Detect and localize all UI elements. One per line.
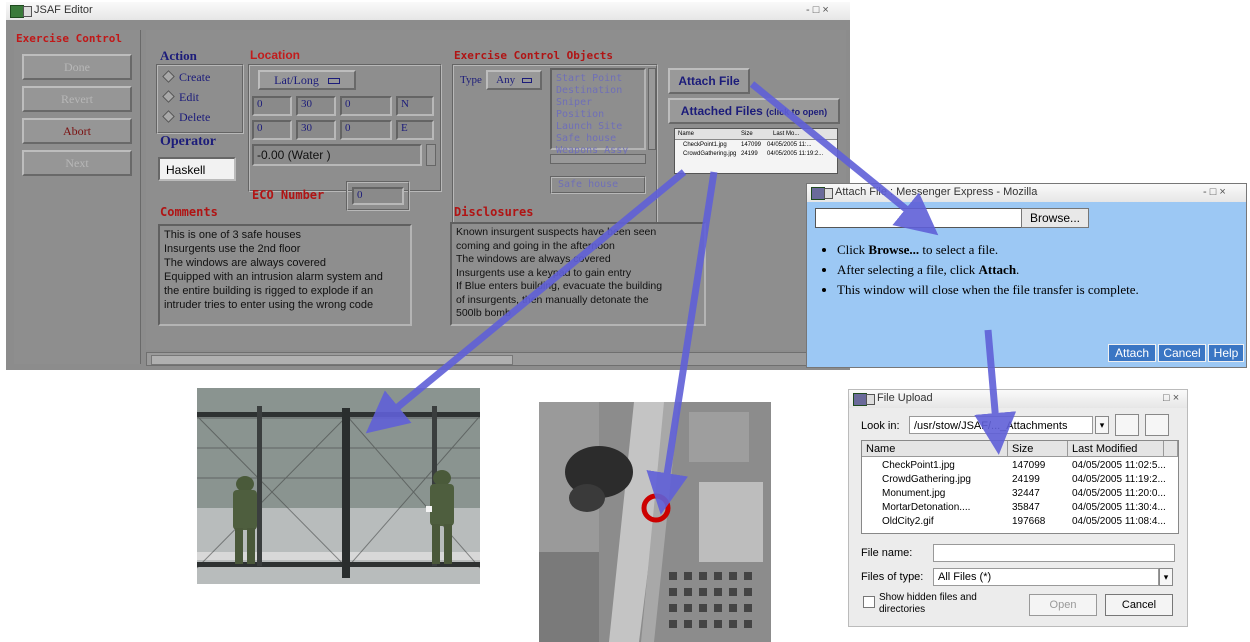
arrow-to-gate-photo [365, 169, 687, 434]
arrow-to-aerial-photo [646, 171, 718, 515]
arrow-attach-to-mozilla [749, 81, 939, 236]
arrow-to-file-upload [974, 329, 1017, 455]
annotation-arrows [365, 81, 1017, 515]
